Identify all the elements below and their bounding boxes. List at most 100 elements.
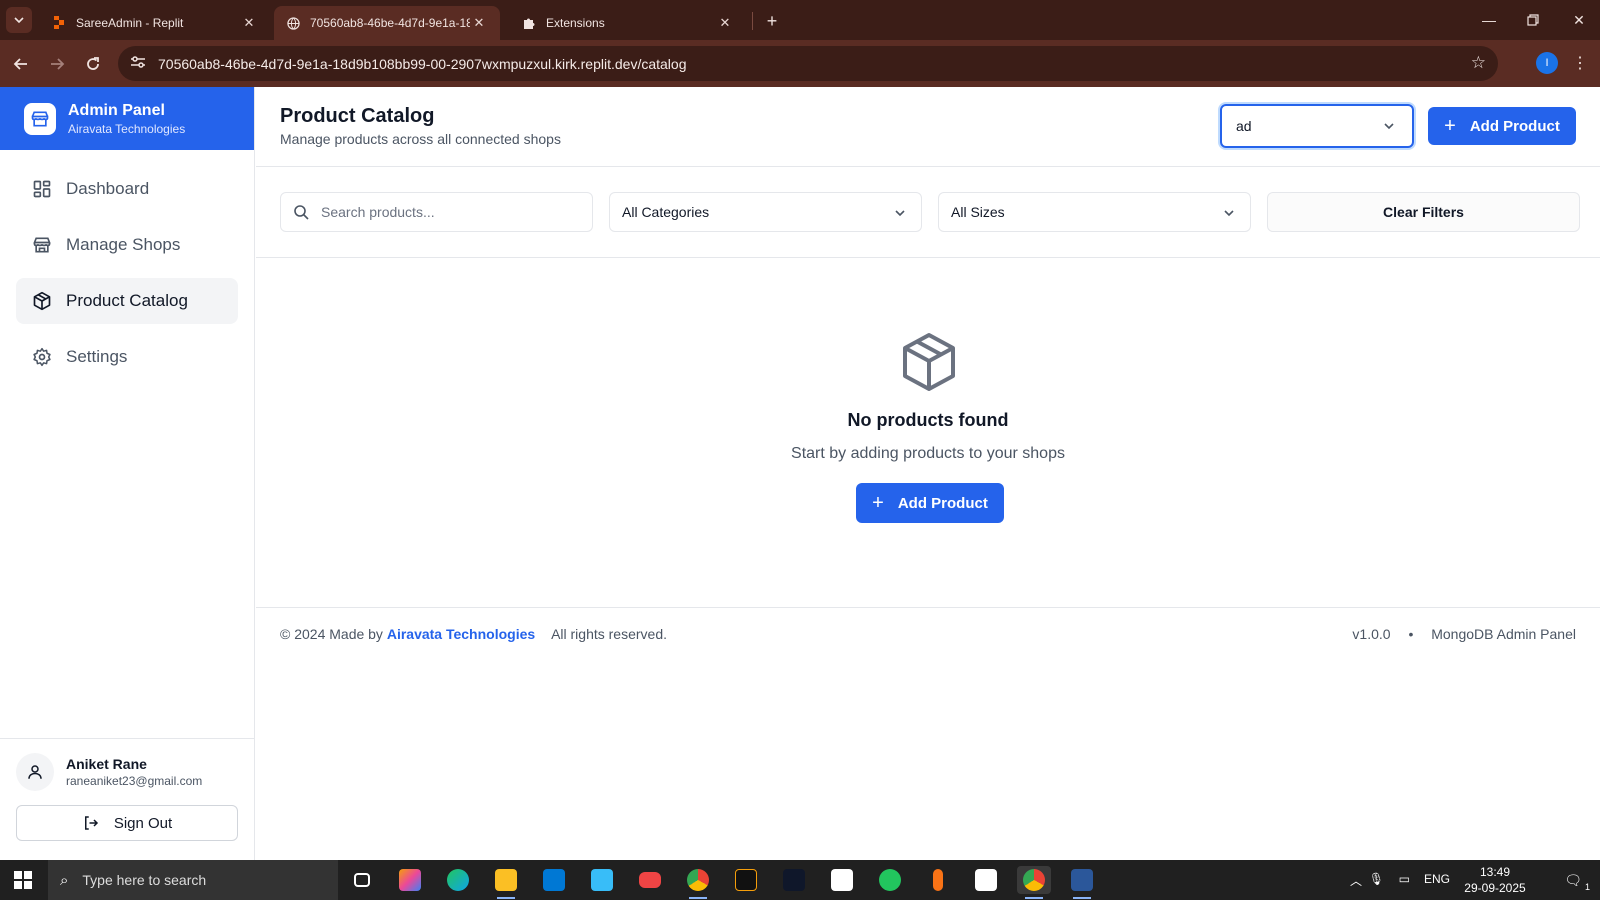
url-text: 70560ab8-46be-4d7d-9e1a-18d9b108bb99-00-… [158, 55, 687, 72]
address-bar[interactable]: 70560ab8-46be-4d7d-9e1a-18d9b108bb99-00-… [118, 46, 1498, 81]
windows-logo-icon [14, 871, 32, 889]
close-window-button[interactable]: ✕ [1564, 6, 1594, 34]
chrome-icon[interactable] [681, 866, 715, 899]
profile-avatar-button[interactable]: I [1536, 52, 1558, 74]
add-product-button[interactable]: + Add Product [1428, 107, 1576, 145]
brand-subtitle: Airavata Technologies [68, 121, 186, 136]
microphone-icon[interactable] [921, 866, 955, 894]
app-root: Admin Panel Airavata Technologies Dashbo… [0, 87, 1600, 860]
minimize-button[interactable]: — [1474, 6, 1504, 34]
edge-icon[interactable] [441, 866, 475, 894]
control-panel-icon[interactable] [585, 866, 619, 894]
footer-version: v1.0.0 [1352, 626, 1391, 642]
word-icon[interactable] [1065, 866, 1099, 899]
size-select-value: All Sizes [951, 204, 1005, 220]
clock[interactable]: 13:49 29-09-2025 [1460, 864, 1530, 896]
plus-icon: + [1444, 114, 1456, 137]
sidebar-item-label: Product Catalog [66, 291, 188, 310]
replit-icon [52, 16, 66, 30]
chevron-down-icon [14, 17, 24, 24]
new-tab-button[interactable]: + [760, 9, 784, 33]
user-email: raneaniket23@gmail.com [66, 774, 203, 788]
sidebar-item-label: Manage Shops [66, 235, 181, 254]
category-select[interactable]: All Categories [609, 192, 922, 232]
reload-icon [87, 57, 99, 70]
size-select[interactable]: All Sizes [938, 192, 1251, 232]
restore-button[interactable] [1518, 6, 1548, 34]
task-view-icon[interactable] [345, 866, 379, 894]
chrome-profile-icon[interactable] [1017, 866, 1051, 899]
outlook-icon[interactable] [537, 866, 571, 894]
sidebar-item-manage-shops[interactable]: Manage Shops [16, 222, 238, 268]
sidebar-nav: Dashboard Manage Shops Product Catalog S… [0, 150, 254, 380]
tab-title: SareeAdmin - Replit [76, 16, 184, 30]
package-icon [903, 333, 955, 391]
sonyliv-icon[interactable] [729, 866, 763, 894]
chevron-down-icon [1384, 123, 1394, 130]
start-button[interactable] [0, 860, 46, 900]
capcut-icon[interactable] [825, 866, 859, 894]
footer-copyright: © 2024 Made by [280, 626, 383, 642]
back-button[interactable] [8, 51, 34, 77]
solitaire-icon[interactable] [969, 866, 1003, 894]
browser-tab-extensions[interactable]: Extensions ✕ [510, 6, 746, 40]
main-content: Product Catalog Manage products across a… [256, 87, 1600, 860]
close-icon[interactable]: ✕ [240, 14, 258, 32]
sidebar-item-label: Dashboard [66, 179, 150, 198]
user-avatar-icon [16, 753, 54, 791]
browser-tab-replit[interactable]: SareeAdmin - Replit ✕ [40, 6, 270, 40]
chevron-up-icon[interactable]: ︿ [1350, 872, 1362, 889]
browser-toolbar: 70560ab8-46be-4d7d-9e1a-18d9b108bb99-00-… [0, 40, 1600, 87]
user-panel: Aniket Rane raneaniket23@gmail.com Sign … [0, 738, 254, 860]
page-header: Product Catalog Manage products across a… [256, 87, 1600, 167]
browser-menu-icon[interactable]: ⋮ [1568, 50, 1592, 76]
clear-filters-button[interactable]: Clear Filters [1267, 192, 1580, 232]
close-icon[interactable]: ✕ [470, 14, 488, 32]
sidebar-item-product-catalog[interactable]: Product Catalog [16, 278, 238, 324]
taskbar-search[interactable]: ⌕ Type here to search [48, 860, 338, 900]
clock-date: 29-09-2025 [1464, 881, 1526, 895]
sign-out-label: Sign Out [113, 814, 173, 832]
reload-button[interactable] [80, 51, 106, 77]
whatsapp-icon[interactable] [873, 866, 907, 894]
clock-time: 13:49 [1479, 865, 1511, 879]
shop-select-value: ad [1236, 118, 1252, 134]
file-explorer-icon[interactable] [489, 866, 523, 899]
search-field[interactable] [280, 192, 593, 232]
hotstar-icon[interactable] [777, 866, 811, 894]
forward-button[interactable] [44, 51, 70, 77]
taskbar-search-placeholder: Type here to search [82, 872, 207, 888]
youtube-icon[interactable] [633, 866, 667, 894]
brand-header: Admin Panel Airavata Technologies [0, 87, 254, 150]
puzzle-icon [522, 16, 536, 30]
sidebar-item-settings[interactable]: Settings [16, 334, 238, 380]
tab-search-button[interactable] [6, 7, 32, 33]
sign-out-button[interactable]: Sign Out [16, 805, 238, 841]
browser-tab-active[interactable]: 70560ab8-46be-4d7d-9e1a-18d9b108bb99 ✕ [274, 6, 500, 40]
microphone-icon[interactable]: 🎙 [1369, 872, 1384, 886]
filter-bar: All Categories All Sizes Clear Filters [256, 167, 1600, 258]
footer-rights: All rights reserved. [551, 626, 667, 642]
network-icon[interactable]: ▭ [1399, 872, 1410, 886]
close-icon[interactable]: ✕ [716, 14, 734, 32]
add-product-label: Add Product [897, 494, 988, 512]
language-indicator[interactable]: ENG [1424, 872, 1450, 886]
shop-select[interactable]: ad [1220, 104, 1414, 148]
site-info-icon[interactable] [130, 55, 150, 72]
user-name: Aniket Rane [66, 756, 147, 772]
logout-icon [82, 814, 100, 832]
search-icon [294, 205, 309, 220]
tab-separator [752, 12, 753, 30]
restore-icon [1527, 14, 1539, 26]
empty-add-product-button[interactable]: + Add Product [856, 483, 1004, 523]
bookmark-star-icon[interactable]: ☆ [1471, 53, 1486, 73]
empty-state-title: No products found [847, 410, 1009, 430]
copilot-icon[interactable] [393, 866, 427, 894]
sidebar-item-dashboard[interactable]: Dashboard [16, 166, 238, 212]
footer-product: MongoDB Admin Panel [1431, 626, 1576, 642]
package-icon [32, 291, 52, 311]
notifications-icon[interactable]: 🗨 [1564, 872, 1582, 889]
footer-company-link[interactable]: Airavata Technologies [387, 626, 535, 642]
category-select-value: All Categories [622, 204, 710, 220]
search-input[interactable] [321, 204, 581, 220]
